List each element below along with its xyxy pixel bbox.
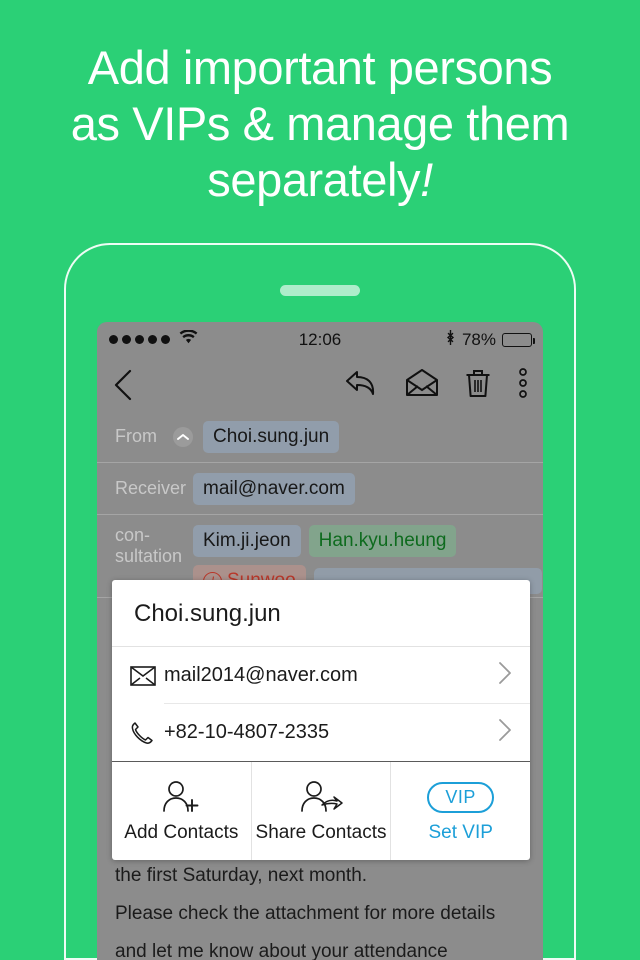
- consultation-label: con- sultation: [115, 525, 183, 566]
- contact-phone-row[interactable]: +82-10-4807-2335: [112, 704, 530, 761]
- vip-badge-text: VIP: [427, 781, 494, 813]
- page-title: Add important persons as VIPs & manage t…: [0, 40, 640, 208]
- body-line-2: Please check the attachment for more det…: [115, 903, 496, 924]
- envelope-icon: [130, 665, 164, 686]
- field-row-receiver[interactable]: Receiver mail@naver.com: [97, 463, 543, 515]
- set-vip-label: Set VIP: [428, 822, 493, 843]
- trash-icon[interactable]: [465, 368, 491, 398]
- chevron-up-circle-icon[interactable]: [173, 426, 193, 447]
- share-contacts-label: Share Contacts: [255, 822, 387, 843]
- status-bar-right: 78%: [445, 329, 535, 351]
- consultation-chip-2[interactable]: Han.kyu.heung: [308, 525, 457, 557]
- headline-line-2: as VIPs & manage them: [70, 97, 570, 150]
- more-vertical-icon[interactable]: [517, 368, 529, 398]
- toolbar-actions: [345, 368, 529, 398]
- reply-arrow-icon[interactable]: [345, 368, 379, 398]
- from-recipient-chip[interactable]: Choi.sung.jun: [203, 420, 340, 453]
- consultation-chip-1[interactable]: Kim.ji.jeon: [193, 525, 301, 557]
- battery-percentage: 78%: [461, 329, 496, 349]
- receiver-recipient-chip[interactable]: mail@naver.com: [193, 472, 355, 505]
- add-person-icon: [112, 776, 251, 818]
- contact-popup-actions: Add Contacts Share Contacts VIP Set VIP: [112, 761, 530, 860]
- headline-line-3-text: separately: [207, 153, 421, 206]
- chevron-right-icon[interactable]: [498, 718, 512, 747]
- share-contacts-button[interactable]: Share Contacts: [250, 762, 391, 860]
- battery-icon: [502, 332, 535, 347]
- vip-badge-icon: VIP: [391, 776, 530, 818]
- field-row-from[interactable]: From Choi.sung.jun: [97, 411, 543, 463]
- email-header-fields: From Choi.sung.jun Receiver mail@naver.c…: [97, 411, 543, 598]
- add-contacts-button[interactable]: Add Contacts: [112, 762, 251, 860]
- email-toolbar: [97, 357, 543, 411]
- set-vip-button[interactable]: VIP Set VIP: [390, 762, 530, 860]
- chevron-right-icon[interactable]: [498, 661, 512, 690]
- email-body: the first Saturday, next month. Please c…: [97, 857, 543, 960]
- contact-popup: Choi.sung.jun mail2014@naver.com +82-10-…: [112, 580, 530, 860]
- open-envelope-icon[interactable]: [405, 369, 439, 397]
- headline-emphasis: !: [420, 153, 433, 206]
- contact-popup-title: Choi.sung.jun: [112, 580, 530, 647]
- phone-icon: [130, 721, 164, 745]
- contact-email-value: mail2014@naver.com: [164, 664, 358, 686]
- contact-phone-value: +82-10-4807-2335: [164, 721, 330, 743]
- bluetooth-icon: [445, 329, 456, 351]
- status-bar: 12:06 78%: [97, 322, 543, 357]
- receiver-label: Receiver: [115, 478, 187, 498]
- contact-email-row[interactable]: mail2014@naver.com: [112, 647, 530, 704]
- phone-speaker: [280, 285, 360, 296]
- headline-line-1: Add important persons: [87, 41, 553, 94]
- body-line-3: and let me know about your attendance: [115, 941, 448, 960]
- body-line-1: the first Saturday, next month.: [115, 865, 368, 886]
- headline-line-3: separately!: [0, 152, 640, 208]
- add-contacts-label: Add Contacts: [124, 822, 239, 843]
- back-chevron-icon[interactable]: [113, 369, 133, 406]
- share-person-icon: [252, 776, 391, 818]
